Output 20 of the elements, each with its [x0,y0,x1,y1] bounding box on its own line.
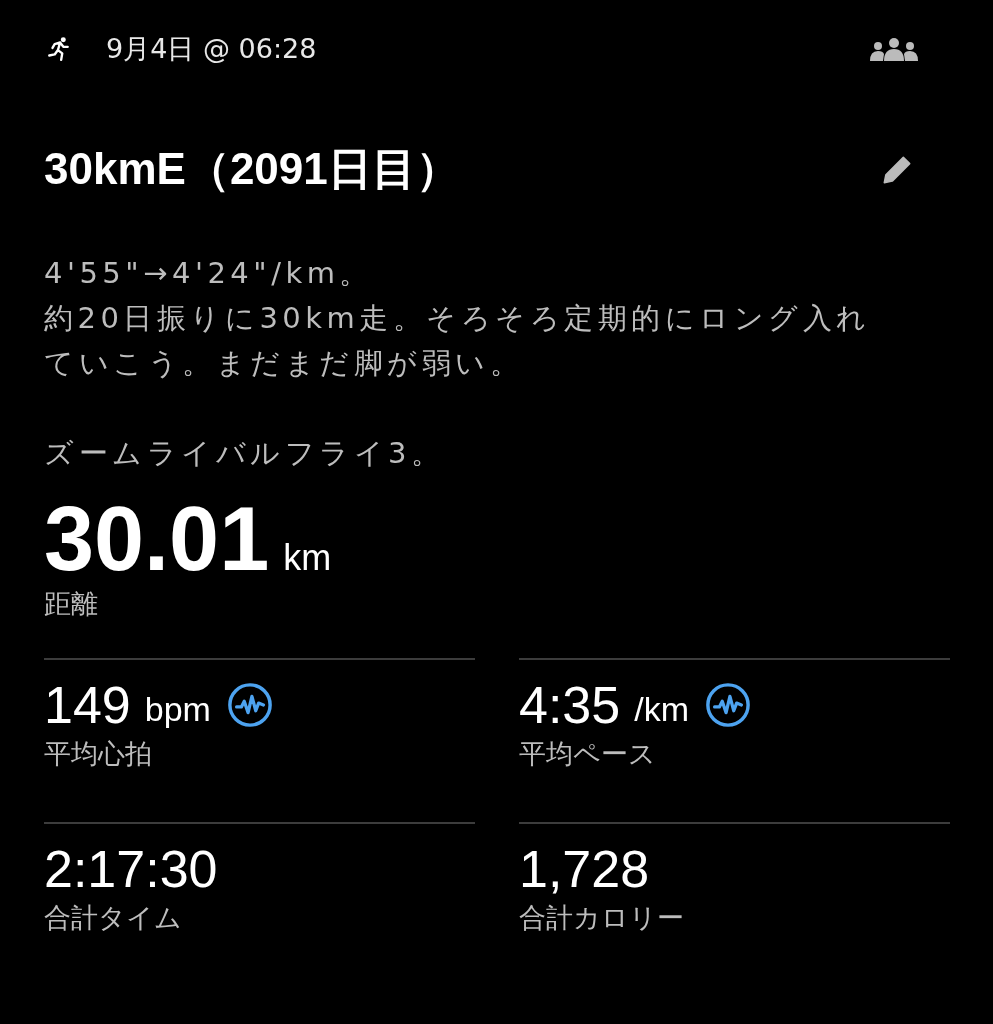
note-text: 4'55"→4'24"/km。 [44,255,374,292]
note-text: 約20日振りに30km走。そろそろ定期的にロング入れていこう。まだまだ脚が弱い。 [44,300,872,382]
stat-unit: /km [634,689,689,729]
stat-label: 平均ペース [519,737,657,771]
runner-icon [46,36,72,62]
distance-unit: km [283,537,332,579]
stat-unit: bpm [144,689,211,729]
activity-date: 9月4日 @ 06:28 [106,32,317,66]
stat-label: 平均心拍 [44,737,153,771]
activity-title: 30kmE（2091日目） [44,143,460,195]
stat-value: 149 [44,675,131,735]
people-icon[interactable] [868,37,920,61]
stat-label: 合計タイム [44,901,183,935]
stat-value: 1,728 [519,839,650,899]
stat-value: 2:17:30 [44,839,218,899]
pulse-icon[interactable] [705,682,751,728]
note-text: ズームライバルフライ3。 [44,435,446,472]
stat-label: 合計カロリー [519,901,685,935]
stat-value: 4:35 [519,675,621,735]
pulse-icon[interactable] [226,682,273,728]
